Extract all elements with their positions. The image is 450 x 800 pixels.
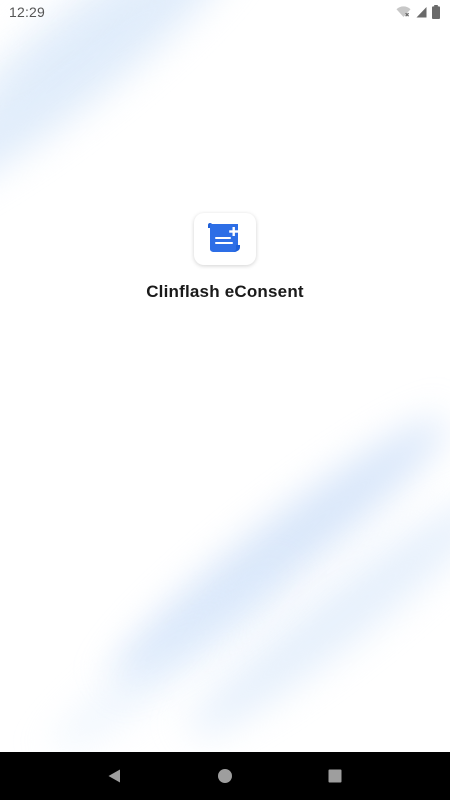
back-triangle-icon	[107, 768, 123, 784]
status-icons	[396, 5, 440, 19]
app-name: Clinflash eConsent	[146, 282, 304, 301]
status-time: 12:29	[9, 4, 46, 20]
navigation-bar	[0, 752, 450, 800]
recents-square-icon	[327, 768, 343, 784]
splash-content: Clinflash eConsent	[0, 213, 450, 302]
splash-screen: 12:29 Clinflash eConsent	[0, 0, 450, 800]
cellular-signal-icon	[416, 6, 427, 18]
background-light-streak	[0, 0, 258, 232]
background-light-streak	[173, 478, 450, 757]
background-light-streak	[39, 551, 301, 769]
home-circle-icon	[217, 768, 233, 784]
wifi-off-icon	[396, 6, 411, 18]
home-button[interactable]	[205, 756, 245, 796]
back-button[interactable]	[95, 756, 135, 796]
status-bar: 12:29	[0, 0, 450, 24]
background-light-streak	[96, 397, 450, 703]
app-logo	[194, 213, 256, 265]
document-scroll-plus-icon	[205, 221, 245, 258]
recents-button[interactable]	[315, 756, 355, 796]
battery-icon	[432, 5, 440, 19]
